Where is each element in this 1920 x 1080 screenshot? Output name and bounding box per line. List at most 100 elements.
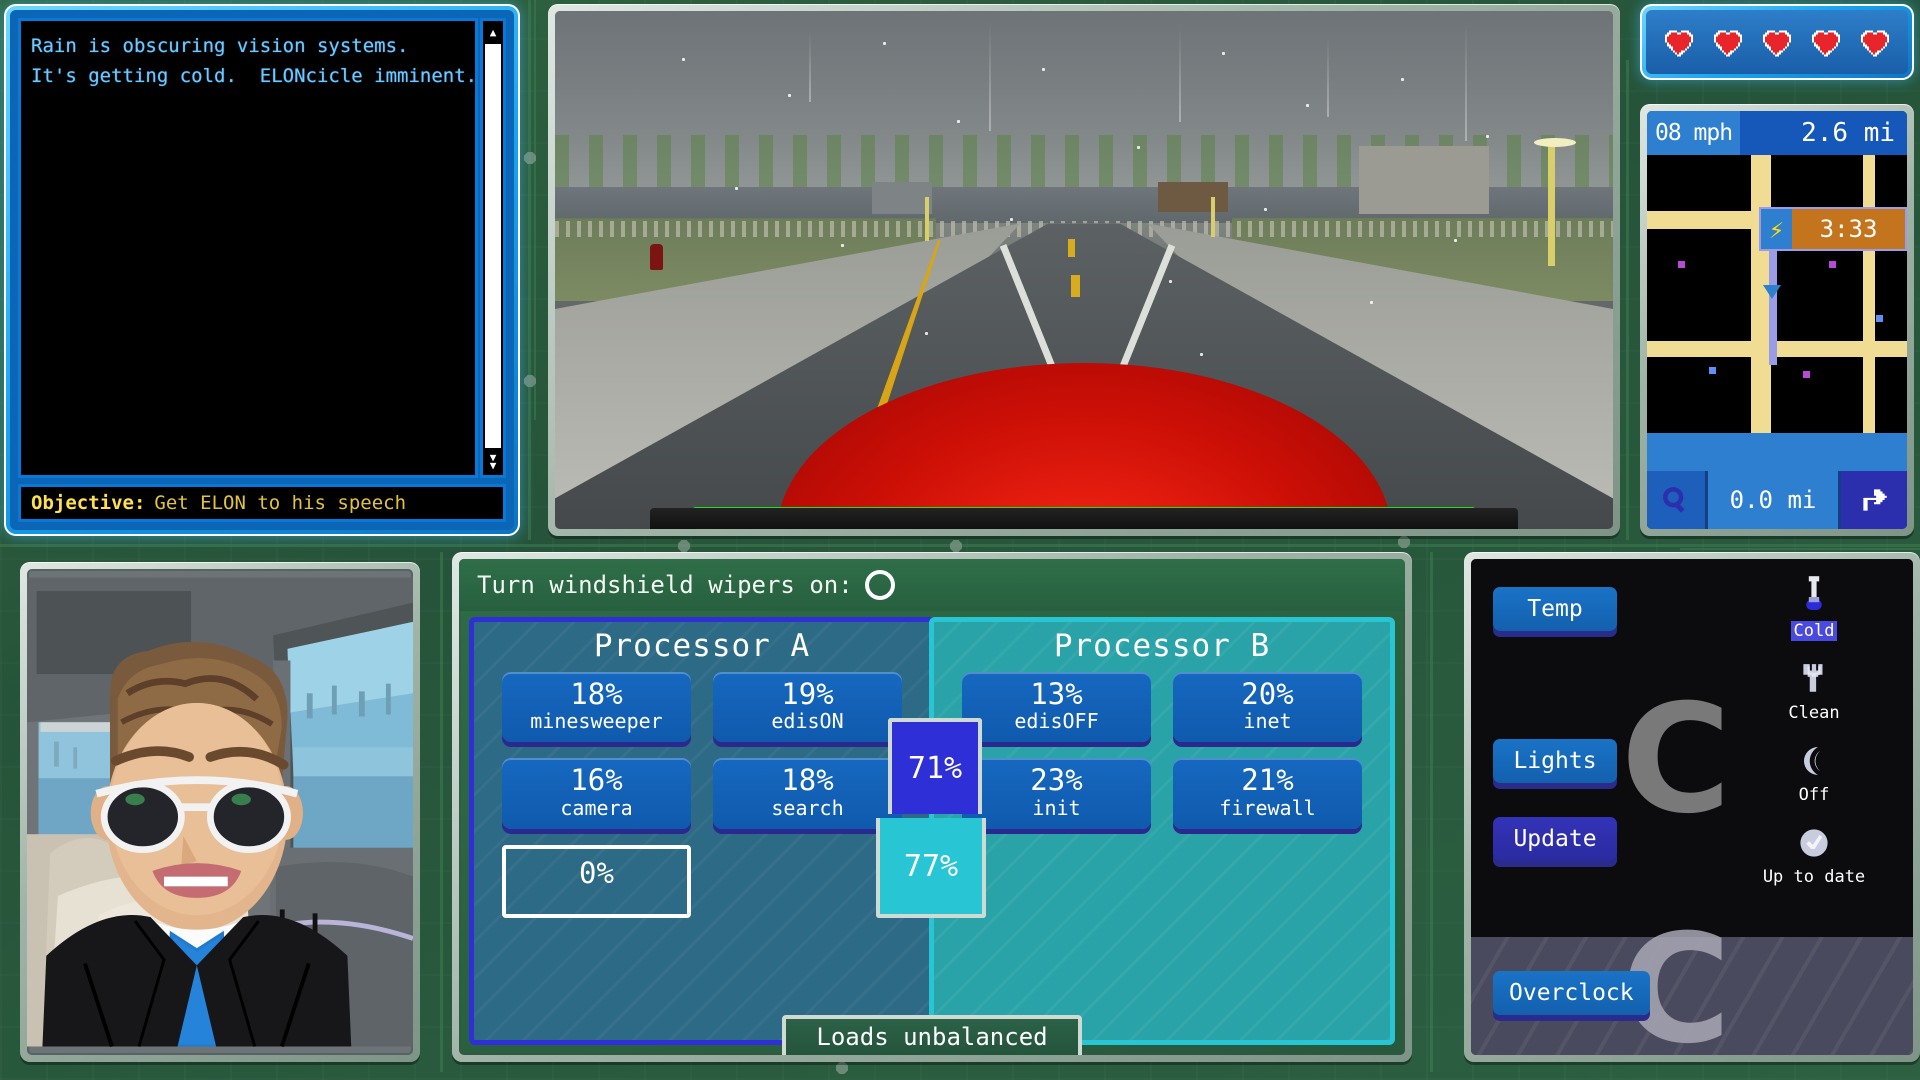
console-line: Rain is obscuring vision systems. <box>31 35 409 57</box>
heart-icon <box>1810 28 1842 57</box>
house <box>872 181 933 214</box>
next-turn-distance: 0.0 mi <box>1705 471 1841 529</box>
processor-b-tiles: 13% edisOFF 20% inet 23% init 21% firewa… <box>934 672 1390 829</box>
objective-text: Get ELON to his speech <box>154 492 407 514</box>
processor-a: Processor A 18% minesweeper 19% edisON 1… <box>469 617 982 1045</box>
task-name: init <box>1032 795 1081 820</box>
house <box>1158 181 1229 212</box>
empty-task-slot[interactable]: 0% <box>502 844 691 919</box>
scroll-up-arrow-icon[interactable]: ▲ <box>483 21 503 43</box>
task-percent: 23% <box>1030 763 1083 798</box>
task-tile[interactable]: 21% firewall <box>1173 758 1362 829</box>
lane-dash <box>1068 238 1076 257</box>
console-line: It's getting cold. ELONcicle imminent. <box>31 65 478 87</box>
dashboard-cowl <box>650 508 1518 529</box>
controls-upper-area: C Temp Lights Update Cold Clean Off Up t… <box>1471 559 1913 937</box>
temp-button[interactable]: Temp <box>1493 587 1617 631</box>
status-indicator-column: Cold Clean Off Up to date <box>1749 575 1879 887</box>
lights-button[interactable]: Lights <box>1493 739 1617 783</box>
overclock-button[interactable]: Overclock <box>1493 971 1650 1015</box>
processor-b: Processor B 13% edisOFF 20% inet 23% ini <box>876 617 1395 1045</box>
task-percent: 13% <box>1030 677 1083 711</box>
wrench-icon <box>1792 657 1836 701</box>
street-lamp-head <box>1533 137 1576 147</box>
hearts-row <box>1646 10 1908 74</box>
speed-readout: 08 mph <box>1647 111 1741 155</box>
task-tile[interactable]: 13% edisOFF <box>962 672 1151 743</box>
eta-box: ⚡ 3:33 <box>1759 207 1907 251</box>
windshield-view-panel <box>548 4 1620 536</box>
processor-a-load: 71% <box>888 718 982 814</box>
console-log: Rain is obscuring vision systems. It's g… <box>18 18 478 478</box>
processor-b-load: 77% <box>876 818 986 918</box>
moon-icon <box>1792 739 1836 783</box>
heart-icon <box>1859 28 1891 57</box>
task-tile[interactable]: 16% camera <box>502 758 691 829</box>
house <box>1359 145 1490 214</box>
scrollbar-thumb[interactable] <box>485 44 501 448</box>
passenger-portrait <box>27 577 413 1048</box>
task-tile[interactable]: 18% minesweeper <box>502 672 691 743</box>
objective-bar: Objective: Get ELON to his speech <box>18 484 506 522</box>
wiper-label: Turn windshield wipers on: <box>477 571 853 599</box>
task-name: edisON <box>771 709 844 734</box>
scroll-down-arrow-icon[interactable]: ▼ ▼ <box>483 449 503 475</box>
lane-dash <box>1071 275 1081 298</box>
heart-icon <box>1761 28 1793 57</box>
status-clean: Clean <box>1788 657 1840 723</box>
task-percent: 20% <box>1241 677 1294 711</box>
status-update-label: Up to date <box>1762 867 1866 887</box>
load-status-banner: Loads unbalanced <box>782 1015 1082 1055</box>
wiper-toggle-button[interactable] <box>864 570 895 600</box>
heart-icon <box>1712 28 1744 57</box>
lightning-bolt-icon: ⚡ <box>1769 214 1785 244</box>
thermometer-icon <box>1792 575 1836 619</box>
status-clean-label: Clean <box>1788 703 1840 723</box>
task-tile[interactable]: 18% search <box>713 758 902 829</box>
game-screen: Rain is obscuring vision systems. It's g… <box>0 0 1920 1080</box>
processor-b-title: Processor B <box>1053 628 1271 664</box>
empty-slot-percent: 0% <box>579 855 614 890</box>
magnifier-icon[interactable] <box>1647 471 1705 529</box>
street-lamp-pole <box>1210 197 1215 238</box>
task-name: inet <box>1243 709 1292 734</box>
task-percent: 16% <box>570 763 623 798</box>
console-scrollbar[interactable]: ▲ ▼ ▼ <box>480 18 506 478</box>
processor-a-title: Processor A <box>593 628 811 664</box>
task-name: minesweeper <box>530 709 663 734</box>
dial-glyph-upper: C <box>1621 673 1732 847</box>
gps-header: 08 mph 2.6 mi <box>1647 111 1907 155</box>
health-panel <box>1640 4 1914 80</box>
task-tile[interactable]: 23% init <box>962 758 1151 829</box>
overclock-area: C Overclock <box>1471 915 1913 1055</box>
vehicle-controls-panel: C Temp Lights Update Cold Clean Off Up t… <box>1464 552 1920 1062</box>
task-name: firewall <box>1219 795 1316 820</box>
update-button[interactable]: Update <box>1493 817 1617 861</box>
distance-readout: 2.6 mi <box>1740 111 1907 155</box>
processor-panel: Turn windshield wipers on: Processor A 1… <box>452 552 1412 1062</box>
task-tile[interactable]: 20% inet <box>1173 672 1362 743</box>
task-percent: 18% <box>781 763 834 798</box>
heart-icon <box>1663 28 1695 57</box>
processor-a-tiles: 18% minesweeper 19% edisON 16% camera 18… <box>474 672 930 919</box>
task-name: search <box>771 795 844 820</box>
gps-panel: 08 mph 2.6 mi ⚡ 3:33 0.0 mi <box>1640 104 1914 536</box>
wiper-control-bar: Turn windshield wipers on: <box>459 559 1405 611</box>
task-name: camera <box>560 795 633 820</box>
passenger-portrait-panel <box>20 562 420 1062</box>
task-percent: 19% <box>781 677 834 711</box>
status-lights: Off <box>1792 739 1836 805</box>
status-lights-label: Off <box>1798 785 1830 805</box>
objective-label: Objective: <box>31 492 146 514</box>
check-circle-icon <box>1792 821 1836 865</box>
status-temp: Cold <box>1790 575 1838 641</box>
status-update: Up to date <box>1763 821 1865 887</box>
task-tile[interactable]: 19% edisON <box>713 672 902 743</box>
status-temp-label: Cold <box>1790 621 1838 641</box>
fire-hydrant <box>650 244 664 271</box>
gps-map[interactable]: ⚡ 3:33 <box>1647 155 1907 433</box>
street-lamp-pole <box>1547 145 1555 266</box>
road-scene <box>555 11 1613 529</box>
street-lamp-pole <box>925 197 930 242</box>
console-panel: Rain is obscuring vision systems. It's g… <box>4 4 520 536</box>
